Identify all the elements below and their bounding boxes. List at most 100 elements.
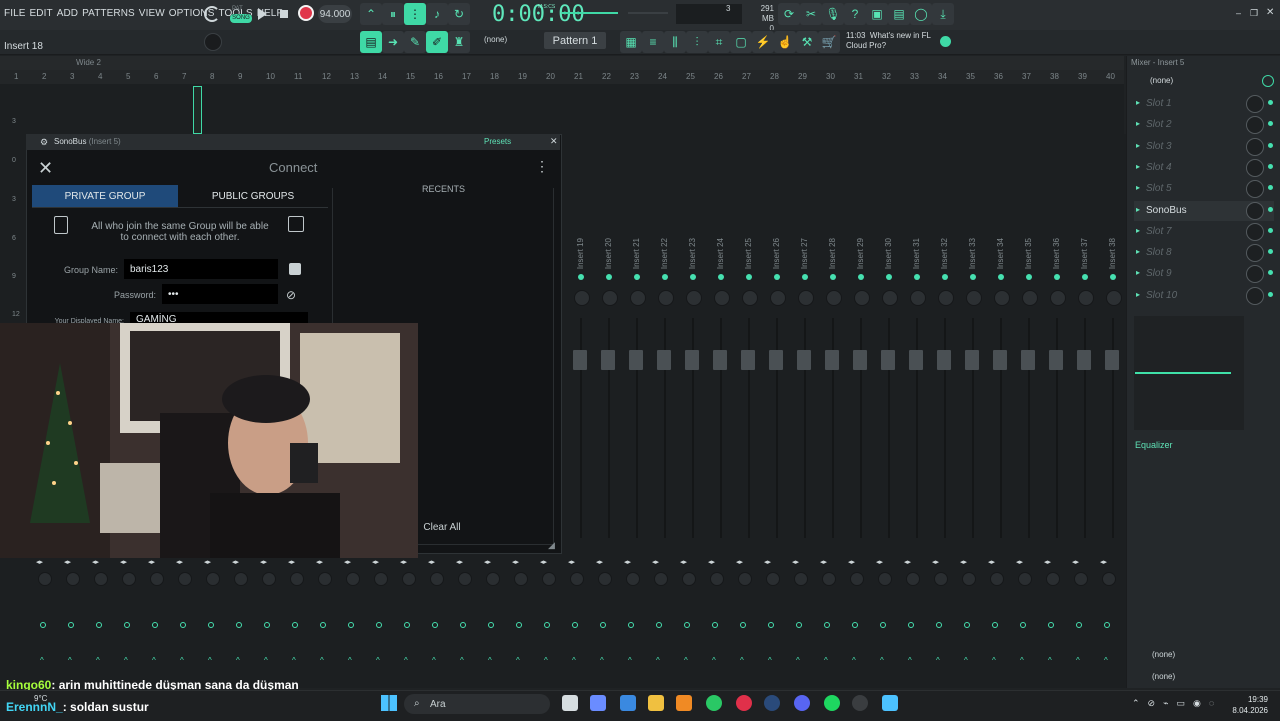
fl-studio-icon[interactable] <box>676 695 692 711</box>
effect-slot[interactable]: ▸ Slot 3 <box>1134 137 1274 157</box>
send-arrow-icon[interactable]: ^ <box>600 656 604 665</box>
stereo-knob[interactable] <box>346 572 360 586</box>
send-arrow-icon[interactable]: ^ <box>852 656 856 665</box>
stereo-swap-icon[interactable]: ◂▸ <box>344 558 351 566</box>
stereo-knob[interactable] <box>682 572 696 586</box>
mixer-strip[interactable]: Insert 25 <box>736 230 760 560</box>
mixer-strip[interactable]: Insert 24 <box>708 230 732 560</box>
send-arrow-icon[interactable]: ^ <box>544 656 548 665</box>
stereo-swap-icon[interactable]: ◂▸ <box>456 558 463 566</box>
stereo-knob[interactable] <box>878 572 892 586</box>
stereo-knob[interactable] <box>206 572 220 586</box>
strip-enable-led[interactable] <box>942 274 948 280</box>
slot-mix-knob[interactable] <box>1246 180 1264 199</box>
stereo-knob[interactable] <box>1074 572 1088 586</box>
route-led[interactable] <box>992 622 998 628</box>
stereo-swap-icon[interactable]: ◂▸ <box>848 558 855 566</box>
send-arrow-icon[interactable]: ^ <box>68 656 72 665</box>
stereo-knob[interactable] <box>430 572 444 586</box>
master-pitch-slider[interactable] <box>628 12 668 14</box>
slot-enable-led[interactable] <box>1268 185 1273 191</box>
tray-icons[interactable]: ⌃⊘⌁▭◉◌ <box>1132 698 1222 709</box>
stereo-swap-icon[interactable]: ◂▸ <box>624 558 631 566</box>
timeline-ruler[interactable]: 1 2 3 4 5 6 7 8 9 10 11 12 13 14 15 16 17 18 19 20 21 22 23 24 2… <box>0 70 1124 85</box>
route-led[interactable] <box>180 622 186 628</box>
stereo-knob[interactable] <box>94 572 108 586</box>
stereo-swap-icon[interactable]: ◂▸ <box>652 558 659 566</box>
clock[interactable]: 19:39 8.04.2026 <box>1232 694 1268 716</box>
stereo-swap-icon[interactable]: ◂▸ <box>288 558 295 566</box>
globe-icon[interactable] <box>940 36 951 47</box>
send-arrow-icon[interactable]: ^ <box>1104 656 1108 665</box>
download-icon[interactable]: ⤓ <box>932 3 954 25</box>
slot-enable-led[interactable] <box>1268 270 1273 276</box>
send-arrow-icon[interactable]: ^ <box>460 656 464 665</box>
send-arrow-icon[interactable]: ^ <box>992 656 996 665</box>
stereo-knob[interactable] <box>262 572 276 586</box>
route-led[interactable] <box>236 622 242 628</box>
store-icon[interactable] <box>620 695 636 711</box>
send-arrow-icon[interactable]: ^ <box>824 656 828 665</box>
stereo-knob[interactable] <box>710 572 724 586</box>
volume-fader[interactable] <box>993 350 1007 370</box>
pan-knob[interactable] <box>574 290 590 306</box>
volume-fader[interactable] <box>1049 350 1063 370</box>
stereo-swap-icon[interactable]: ◂▸ <box>148 558 155 566</box>
volume-fader[interactable] <box>741 350 755 370</box>
pencil-icon[interactable]: ✎ <box>404 31 426 53</box>
stereo-swap-icon[interactable]: ◂▸ <box>484 558 491 566</box>
send-arrow-icon[interactable]: ^ <box>740 656 744 665</box>
pan-knob[interactable] <box>658 290 674 306</box>
slot-enable-led[interactable] <box>1268 121 1273 127</box>
resize-handle-icon[interactable]: ◢ <box>548 540 555 551</box>
slot-enable-led[interactable] <box>1268 227 1273 233</box>
stereo-swap-icon[interactable]: ◂▸ <box>932 558 939 566</box>
stereo-swap-icon[interactable]: ◂▸ <box>36 558 43 566</box>
pan-knob[interactable] <box>994 290 1010 306</box>
microphone-icon[interactable]: 🎙 <box>822 3 844 25</box>
route-led[interactable] <box>768 622 774 628</box>
menu-patterns[interactable]: PATTERNS <box>82 8 135 19</box>
mixer-strip[interactable]: Insert 23 <box>680 230 704 560</box>
stereo-swap-icon[interactable]: ◂▸ <box>960 558 967 566</box>
effect-slot[interactable]: ▸ Slot 9 <box>1134 264 1274 284</box>
stereo-knob[interactable] <box>234 572 248 586</box>
strip-enable-led[interactable] <box>886 274 892 280</box>
pan-knob[interactable] <box>854 290 870 306</box>
task-view-icon[interactable] <box>562 695 578 711</box>
mixer-strip[interactable]: Insert 20 <box>596 230 620 560</box>
paste-icon[interactable] <box>54 216 68 234</box>
playlist-area[interactable] <box>0 84 1124 134</box>
route-led[interactable] <box>264 622 270 628</box>
stereo-swap-icon[interactable]: ◂▸ <box>1072 558 1079 566</box>
project-icon[interactable]: ▢ <box>730 31 752 53</box>
route-led[interactable] <box>544 622 550 628</box>
more-options-icon[interactable]: ⋮ <box>535 158 549 175</box>
volume-fader[interactable] <box>853 350 867 370</box>
strip-enable-led[interactable] <box>802 274 808 280</box>
metronome-icon[interactable]: ⌃ <box>360 3 382 25</box>
pan-knob[interactable] <box>882 290 898 306</box>
record-button[interactable] <box>298 5 314 21</box>
volume-fader[interactable] <box>629 350 643 370</box>
maximize-window-icon[interactable]: ❐ <box>1250 8 1258 19</box>
send-arrow-icon[interactable]: ^ <box>796 656 800 665</box>
pattern-select[interactable]: Pattern 1 <box>544 32 606 49</box>
menu-view[interactable]: VIEW <box>139 8 165 19</box>
menu-add[interactable]: ADD <box>57 8 78 19</box>
mixer-strip[interactable]: Insert 21 <box>624 230 648 560</box>
loop-record-icon[interactable]: ↻ <box>448 3 470 25</box>
mixer-strip[interactable]: Insert 32 <box>932 230 956 560</box>
stereo-swap-icon[interactable]: ◂▸ <box>204 558 211 566</box>
strip-enable-led[interactable] <box>830 274 836 280</box>
route-led[interactable] <box>740 622 746 628</box>
pan-knob[interactable] <box>1078 290 1094 306</box>
stereo-knob[interactable] <box>122 572 136 586</box>
plugin-close-icon[interactable]: ✕ <box>550 136 558 147</box>
stereo-knob[interactable] <box>962 572 976 586</box>
slot-enable-led[interactable] <box>1268 100 1273 105</box>
piano-roll-icon[interactable]: ≡ <box>642 31 664 53</box>
effect-slot[interactable]: ▸ Slot 4 <box>1134 158 1274 178</box>
stereo-knob[interactable] <box>850 572 864 586</box>
pan-knob[interactable] <box>938 290 954 306</box>
